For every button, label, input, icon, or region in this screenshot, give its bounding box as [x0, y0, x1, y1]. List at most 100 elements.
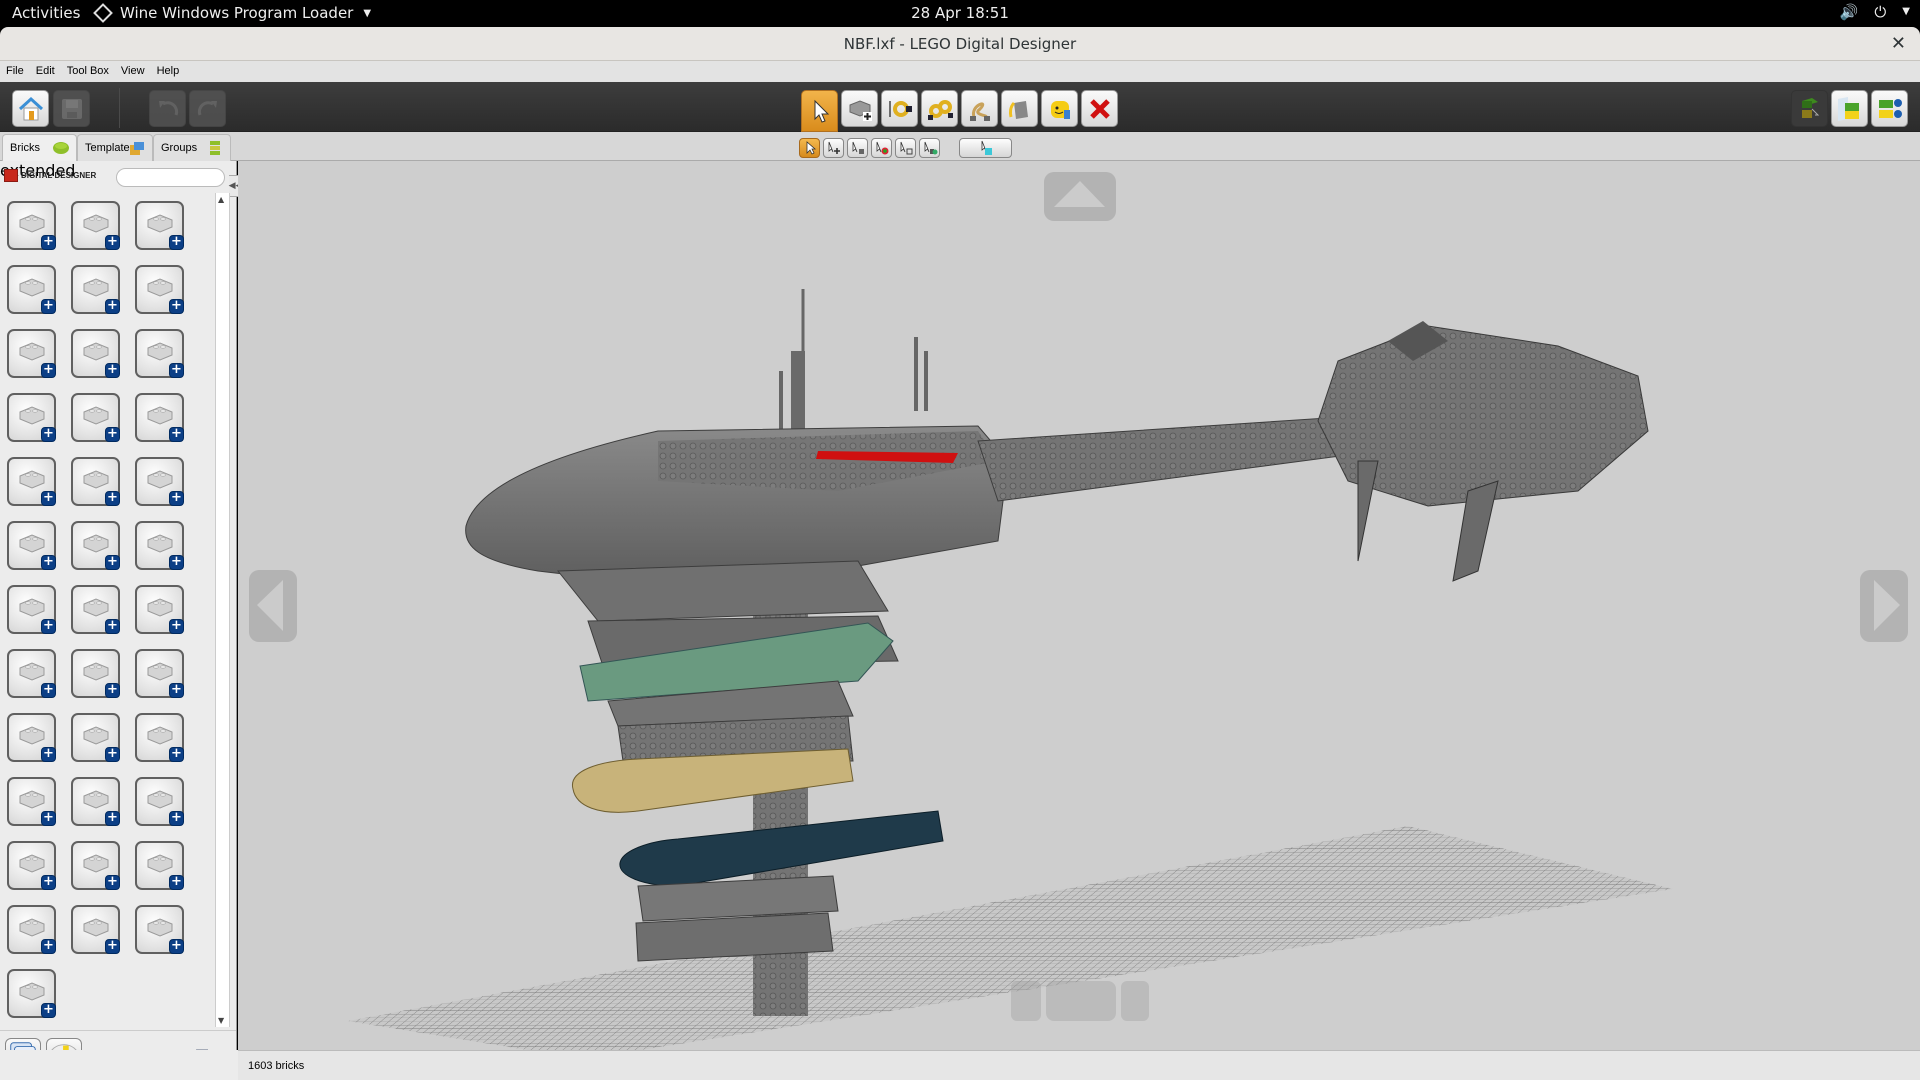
close-icon[interactable]: ✕ — [1891, 33, 1906, 54]
color-select-button[interactable] — [871, 138, 892, 158]
connected-select-button[interactable] — [847, 138, 868, 158]
undo-button[interactable] — [149, 90, 186, 127]
brick-thumbnail-icon — [18, 276, 46, 298]
decoration-tool-button[interactable] — [1041, 90, 1078, 127]
brick-category-bricks[interactable]: + — [7, 201, 56, 250]
add-icon: + — [169, 491, 184, 506]
brick-category-tools-and-weapons[interactable]: + — [71, 905, 120, 954]
brick-category-tiles[interactable]: + — [135, 585, 184, 634]
power-icon[interactable]: ⏻ — [1874, 3, 1886, 21]
brick-thumbnail-icon — [146, 404, 174, 426]
brick-category-special-slopes[interactable]: + — [71, 649, 120, 698]
single-select-button[interactable] — [799, 138, 820, 158]
brick-category-special-plates[interactable]: + — [71, 393, 120, 442]
brick-category-doors-and-windows[interactable]: + — [135, 393, 184, 442]
menu-help[interactable]: Help — [157, 61, 186, 82]
brick-thumbnail-icon — [146, 596, 174, 618]
brick-category-technic-motors[interactable]: + — [71, 457, 120, 506]
palette-scrollbar[interactable]: ▲ ▼ — [215, 193, 230, 1027]
shape-select-button[interactable] — [895, 138, 916, 158]
ldd-brand: DIGITAL DESIGNER — [4, 169, 96, 182]
color-shape-select-button[interactable] — [919, 138, 940, 158]
brick-thumbnail-icon — [82, 724, 110, 746]
add-icon: + — [169, 299, 184, 314]
brick-category-minifig-accessories[interactable]: + — [7, 777, 56, 826]
menu-edit[interactable]: Edit — [36, 61, 61, 82]
tab-groups[interactable]: Groups — [153, 134, 231, 161]
clock[interactable]: 28 Apr 18:51 — [911, 4, 1009, 22]
view-mode-button[interactable] — [1831, 90, 1868, 127]
brick-category-boat-parts[interactable]: + — [71, 713, 120, 762]
brick-category-slopes[interactable]: + — [71, 265, 120, 314]
brick-thumbnail-icon — [146, 212, 174, 234]
brick-category-skeletons[interactable]: + — [135, 841, 184, 890]
brick-category-technic-gears[interactable]: + — [135, 521, 184, 570]
menu-toolbox[interactable]: Tool Box — [67, 61, 115, 82]
brick-category-train-tracks[interactable]: + — [135, 713, 184, 762]
brick-category-wedges[interactable]: + — [135, 265, 184, 314]
brick-category-plants[interactable]: + — [135, 905, 184, 954]
status-bar-left — [0, 1050, 238, 1080]
building-guide-button[interactable] — [1871, 90, 1908, 127]
brick-thumbnail-icon — [18, 916, 46, 938]
window-titlebar: NBF.lxf - LEGO Digital Designer ✕ — [0, 27, 1920, 61]
brick-category-round-bricks[interactable]: + — [71, 201, 120, 250]
save-button[interactable] — [53, 90, 90, 127]
tab-templates[interactable]: Templates — [77, 134, 153, 161]
brick-category-armor[interactable]: + — [7, 905, 56, 954]
hinge-align-tool-button[interactable] — [921, 90, 958, 127]
invert-select-button[interactable] — [959, 138, 1012, 158]
brick-thumbnail-icon — [18, 404, 46, 426]
menu-file[interactable]: File — [6, 61, 30, 82]
brick-category-curved-panels[interactable]: + — [7, 585, 56, 634]
hinge-tool-button[interactable] — [881, 90, 918, 127]
brick-category-animals[interactable]: + — [7, 969, 56, 1018]
add-icon: + — [169, 683, 184, 698]
delete-tool-button[interactable] — [1081, 90, 1118, 127]
brick-category-technic-bricks[interactable]: + — [7, 265, 56, 314]
menu-view[interactable]: View — [121, 61, 151, 82]
paint-tool-button[interactable] — [1001, 90, 1038, 127]
brick-category-technic-axles[interactable]: + — [71, 521, 120, 570]
add-icon: + — [41, 811, 56, 826]
green-brick-icon — [53, 142, 69, 154]
brick-plus-icon — [849, 99, 872, 121]
brick-category-technic-special[interactable]: + — [135, 649, 184, 698]
build-mode-button[interactable] — [1791, 90, 1828, 127]
palette-search-input[interactable] — [116, 168, 225, 187]
scroll-up-icon[interactable]: ▲ — [218, 195, 224, 204]
brick-category-minifig-helmets[interactable]: + — [7, 841, 56, 890]
brick-category-minifig-heads[interactable]: + — [135, 777, 184, 826]
clone-tool-button[interactable] — [841, 90, 878, 127]
system-menu-caret-icon[interactable]: ▼ — [1902, 3, 1910, 21]
brick-category-plates[interactable]: + — [71, 329, 120, 378]
brick-category-wedge-plates[interactable]: + — [135, 329, 184, 378]
select-tool-button[interactable] — [801, 90, 838, 132]
brick-category-minifig-hats[interactable]: + — [71, 841, 120, 890]
tab-bricks[interactable]: Bricks — [2, 134, 77, 162]
brick-category-wheels[interactable]: + — [7, 457, 56, 506]
activities-button[interactable]: Activities — [12, 4, 80, 22]
flex-tool-button[interactable] — [961, 90, 998, 127]
home-button[interactable] — [12, 90, 49, 127]
brick-category-technic-beams[interactable]: + — [135, 457, 184, 506]
brick-category-curved-bricks[interactable]: + — [7, 329, 56, 378]
redo-button[interactable] — [189, 90, 226, 127]
brick-category-ball-joints[interactable]: + — [7, 649, 56, 698]
cursor-invert-icon — [981, 140, 992, 155]
add-icon: + — [169, 875, 184, 890]
brick-category-wings[interactable]: + — [7, 713, 56, 762]
3d-viewport[interactable] — [238, 161, 1920, 1050]
scroll-down-icon[interactable]: ▼ — [218, 1016, 224, 1025]
brick-category-tubes[interactable]: + — [71, 585, 120, 634]
brick-category-bricks-with-studs-on-side[interactable]: + — [135, 201, 184, 250]
brick-category-minifigures[interactable]: + — [71, 777, 120, 826]
floppy-disk-icon — [61, 98, 82, 119]
app-menu[interactable]: Wine Windows Program Loader ▼ — [93, 3, 371, 23]
volume-icon[interactable]: 🔊 — [1840, 3, 1859, 21]
system-top-bar: Activities Wine Windows Program Loader ▼… — [0, 0, 1920, 27]
brick-category-technic-liftarms[interactable]: + — [7, 521, 56, 570]
model-scene[interactable] — [238, 161, 1920, 1050]
brick-category-plates-with-clips[interactable]: + — [7, 393, 56, 442]
multi-select-button[interactable] — [823, 138, 844, 158]
